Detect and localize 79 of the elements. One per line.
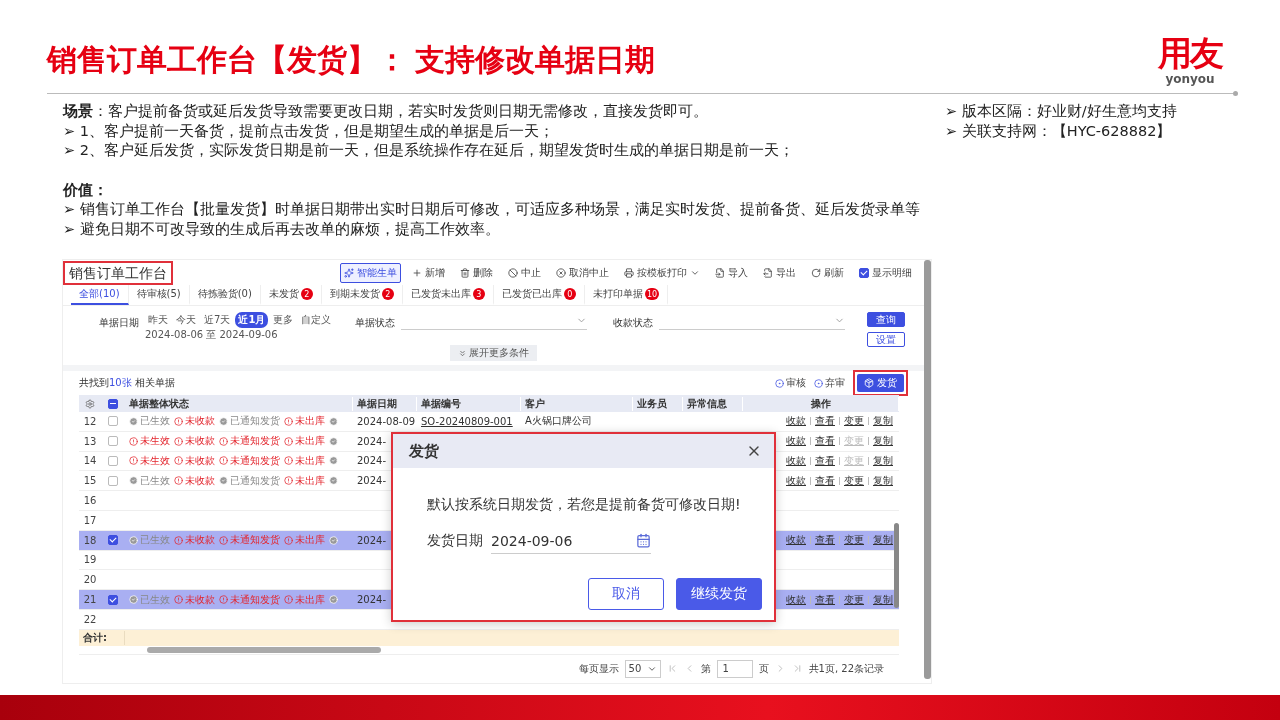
total-label: 合计: xyxy=(79,630,125,645)
status-label: 未收款 xyxy=(185,533,215,548)
status-label: 未出库 xyxy=(295,473,325,488)
filter-label: 单据状态 xyxy=(355,316,395,330)
logo-mark: 用友 xyxy=(1158,34,1222,72)
count-badge: 3 xyxy=(472,288,485,300)
status-label: 未通知发货 xyxy=(230,592,280,607)
table-cell-text: A火锅口牌公司 xyxy=(524,415,593,427)
status-label: 未收款 xyxy=(185,454,215,468)
section-heading: 价值： xyxy=(63,180,108,200)
logo-wordmark: yonyou xyxy=(1165,72,1215,86)
table-cell-text: 2024- xyxy=(356,475,388,487)
status-label: 已生效 xyxy=(140,592,170,607)
note-text: ➢ 关联支持网：【HYC-628882】 xyxy=(945,121,1172,141)
bullet-text: ➢ 销售订单工作台【批量发货】时单据日期带出实时日期后可修改，可适应多种场景，满足实时发货、提前备货、延后发货录单等 xyxy=(63,200,920,219)
status-label: 未出库 xyxy=(295,592,325,607)
status-label: 已通知发货 xyxy=(230,414,280,429)
row-number: 15 xyxy=(82,475,98,487)
scenario-text: 场景：客户提前备货或延后发货导致需要更改日期，若实时发货则日期无需修改，直接发货即可。 xyxy=(63,102,708,121)
status-label: 未生效 xyxy=(140,434,170,449)
bullet-text: ➢ 避免日期不可改导致的生成后再去改单的麻烦，提高工作效率。 xyxy=(63,219,500,239)
status-label: 已生效 xyxy=(140,473,170,488)
date-range: 2024-08-06 至 2024-09-06 xyxy=(145,328,279,342)
status-label: 未出库 xyxy=(295,533,325,548)
bullet-text: ➢ 2、客户延后发货，实际发货日期是前一天，但是系统操作存在延后，期望发货时生成的单据日期是前一天； xyxy=(63,141,794,160)
row-number: 18 xyxy=(82,534,98,546)
status-label: 已生效 xyxy=(140,414,170,429)
status-label: 未收款 xyxy=(185,414,215,429)
filter-label: 单据日期 xyxy=(99,316,139,330)
column-header: 操作 xyxy=(743,396,899,411)
pager-label: 每页显示 xyxy=(578,661,619,676)
row-number: 12 xyxy=(82,415,98,427)
count-badge: 2 xyxy=(300,288,313,300)
row-number: 13 xyxy=(82,435,98,447)
status-label: 未通知发货 xyxy=(230,533,280,548)
pager-label: 页 xyxy=(758,661,769,676)
status-label: 已通知发货 xyxy=(230,473,280,488)
status-label: 未出库 xyxy=(295,434,325,449)
column-header: 单据日期 xyxy=(353,396,417,411)
bullet-text: ➢ 1、客户提前一天备货，提前点击发货，但是期望生成的单据是后一天； xyxy=(63,121,554,141)
column-header: 异常信息 xyxy=(683,396,743,411)
row-number: 21 xyxy=(82,594,98,606)
dialog-message: 默认按系统日期发货，若您是提前备货可修改日期! xyxy=(427,496,742,514)
row-number: 14 xyxy=(82,455,98,467)
status-label: 未通知发货 xyxy=(230,454,280,468)
table-cell-text: 2024-08-09 xyxy=(356,415,417,427)
column-header: 单据整体状态 xyxy=(125,396,353,411)
status-label: 未生效 xyxy=(140,454,170,468)
workbench-title: 销售订单工作台 xyxy=(63,260,173,285)
table-cell-text: 2024- xyxy=(356,534,388,546)
result-summary: 共找到10张 相关单据 xyxy=(79,376,175,390)
column-header: 单据编号 xyxy=(417,396,521,411)
table-cell-text: 2024- xyxy=(356,455,388,467)
filter-label: 收款状态 xyxy=(613,316,653,330)
status-label: 未收款 xyxy=(185,434,215,449)
status-label: 未收款 xyxy=(185,473,215,488)
pager-label: 第 xyxy=(700,661,711,676)
table-cell-text: 2024- xyxy=(356,435,388,447)
row-number: 17 xyxy=(82,514,98,526)
count-badge: 10 xyxy=(644,288,660,300)
status-label: 已生效 xyxy=(140,533,170,548)
count-badge: 0 xyxy=(563,288,576,300)
row-number: 19 xyxy=(82,554,98,566)
column-header: 业务员 xyxy=(633,396,683,411)
row-number: 22 xyxy=(82,613,98,625)
count-badge: 2 xyxy=(381,288,394,300)
column-header: 客户 xyxy=(521,396,633,411)
row-number: 20 xyxy=(82,574,98,586)
field-label: 发货日期 xyxy=(427,532,483,550)
slide-title: 销售订单工作台【发货】： 支持修改单据日期 xyxy=(47,42,656,78)
row-number: 16 xyxy=(82,495,98,507)
status-label: 未收款 xyxy=(185,592,215,607)
page-summary: 共1页, 22条记录 xyxy=(808,661,884,676)
note-text: ➢ 版本区隔：好业财/好生意均支持 xyxy=(945,102,1177,121)
status-label: 未通知发货 xyxy=(230,434,280,449)
status-label: 未出库 xyxy=(295,454,325,468)
status-label: 未出库 xyxy=(295,414,325,429)
table-cell-text: 2024- xyxy=(356,594,388,606)
dialog-title: 发货 xyxy=(409,441,439,461)
